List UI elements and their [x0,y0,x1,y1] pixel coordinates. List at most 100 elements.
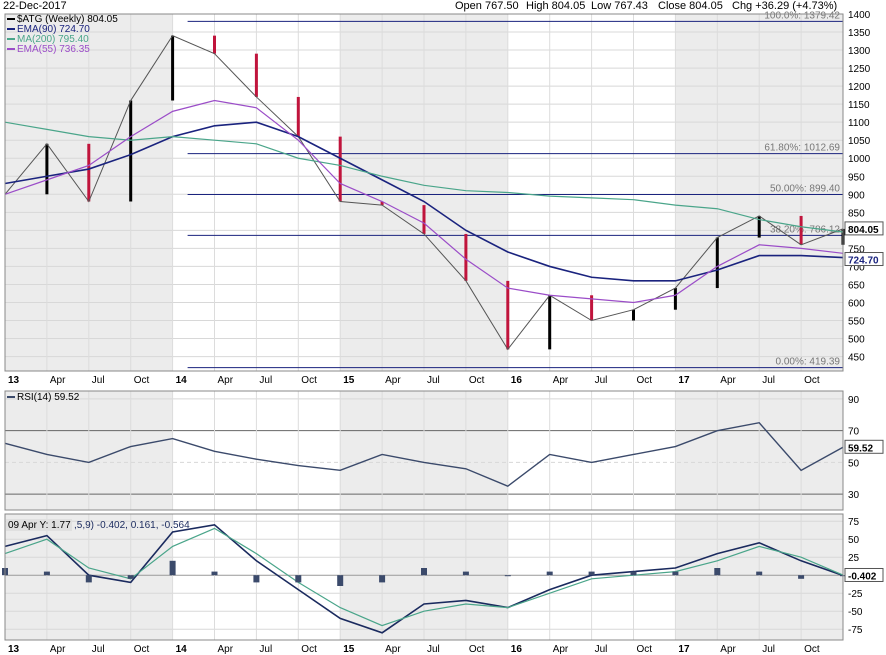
time-label: 17 [678,375,690,386]
rsi-tick-label: 50 [848,458,860,469]
stock-chart: 100.0%: 1379.42 61.80%: 1012.69 50.00%: 89… [2,10,884,655]
macd-histogram-bar [798,575,805,579]
macd-tick-label: 50 [848,535,860,546]
y-axis-labels: 4505005506006507007508008509009501000105… [848,10,871,636]
price-tick-label: 1150 [848,100,870,111]
legend-item: EMA(55) 736.35 [17,44,90,55]
macd-histogram-bar [630,571,637,576]
fib-level-label: 100.0%: 1379.42 [764,10,840,21]
macd-histogram-bar [714,568,721,576]
macd-tick-label: 25 [848,553,860,564]
price-tick-label: 1300 [848,46,871,57]
time-label: Oct [469,375,485,386]
time-label: Jul [92,644,105,655]
macd-histogram-bar [462,571,469,576]
price-tick-label: 950 [848,172,865,183]
macd-histogram-bar [337,575,344,586]
time-label: Apr [218,644,234,655]
time-label: Apr [720,375,736,386]
time-label: Jul [762,644,775,655]
macd-histogram-bar [253,575,260,583]
price-tick-label: 550 [848,317,865,328]
time-label: Oct [134,644,150,655]
time-label: 14 [176,644,188,655]
price-tick-label: 450 [848,353,865,364]
macd-tick-label: -75 [848,625,863,636]
macd-histogram-bar [85,575,92,583]
last-price-tag: 804.05 [848,225,879,236]
time-label: Jul [259,644,272,655]
time-label: Apr [385,375,401,386]
price-tick-label: 1100 [848,118,870,129]
macd-histogram-bar [756,571,763,576]
rsi-last-tag: 59.52 [848,443,873,454]
time-label: Jul [762,375,775,386]
ema90-tag: 724.70 [848,256,879,267]
time-label: 13 [8,375,20,386]
time-label: 15 [343,375,355,386]
time-label: 13 [8,644,20,655]
time-label: Apr [218,375,234,386]
rsi-legend: RSI(14) 59.52 [17,392,80,403]
rsi-tick-label: 30 [848,490,860,501]
price-tick-label: 1050 [848,136,871,147]
time-label: Jul [595,375,608,386]
price-tick-label: 650 [848,280,865,291]
macd-histogram-bar [504,575,511,577]
time-label: Jul [595,644,608,655]
time-label: 15 [343,644,355,655]
macd-histogram-bar [546,571,553,576]
time-label: Oct [637,644,653,655]
macd-histogram-bar [672,571,679,576]
macd-histogram-bar [379,575,386,583]
price-tick-label: 1400 [848,10,871,21]
time-label: Apr [385,644,401,655]
macd-last-tag: -0.402 [848,571,877,582]
time-label: Oct [301,375,317,386]
macd-date-label: 09 Apr Y: 1.77 [8,520,71,531]
time-label: Oct [134,375,150,386]
rsi-tick-label: 90 [848,395,860,406]
time-label: Apr [50,644,66,655]
macd-tick-label: -50 [848,607,863,618]
time-label: Jul [427,644,440,655]
macd-tick-label: 75 [848,517,860,528]
macd-legend: ,5,9) -0.402, 0.161, -0.564 [74,520,190,531]
time-label: Jul [259,375,272,386]
macd-tick-label: -25 [848,589,863,600]
price-tick-label: 1000 [848,154,871,165]
rsi-tick-label: 70 [848,427,860,438]
time-label: Jul [92,375,105,386]
time-label: 17 [678,644,690,655]
time-label: 14 [176,375,188,386]
time-label: Oct [637,375,653,386]
time-label: Oct [301,644,317,655]
price-tick-label: 1200 [848,82,871,93]
fib-level-label: 50.00%: 899.40 [770,184,840,195]
time-label: Oct [469,644,485,655]
time-label: Apr [50,375,66,386]
price-tick-label: 500 [848,335,865,346]
macd-histogram-bar [421,568,427,576]
time-label: Apr [553,375,569,386]
macd-histogram-bar [43,571,50,576]
time-label: Oct [804,375,820,386]
time-label: Apr [553,644,569,655]
fib-level-label: 0.00%: 419.39 [776,357,841,368]
time-label: 16 [511,644,523,655]
macd-histogram-bar [127,575,134,579]
time-label: Jul [427,375,440,386]
time-label: 16 [511,375,523,386]
fib-level-label: 61.80%: 1012.69 [764,143,840,154]
price-tick-label: 900 [848,190,865,201]
macd-histogram-bar [588,571,595,576]
macd-histogram-bar [211,571,218,576]
time-label: Oct [804,644,820,655]
price-tick-label: 1250 [848,64,871,75]
macd-histogram-bar [169,560,176,576]
time-label: Apr [720,644,736,655]
price-tick-label: 850 [848,208,865,219]
price-tick-label: 600 [848,298,865,309]
price-tick-label: 1350 [848,28,871,39]
macd-histogram-bar [295,575,302,583]
